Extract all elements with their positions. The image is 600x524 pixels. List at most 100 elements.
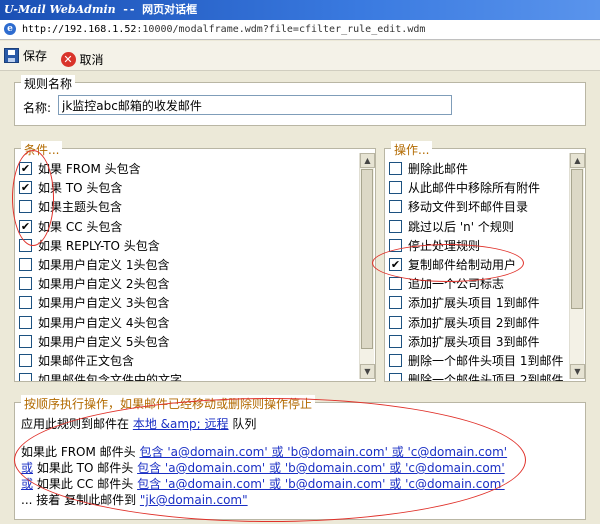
condition-row[interactable]: 如果邮件包含文件中的文字 [19, 370, 355, 381]
action-row[interactable]: 从此邮件中移除所有附件 [389, 178, 567, 197]
action-row[interactable]: 删除此邮件 [389, 159, 567, 178]
rule-name-input[interactable] [58, 95, 452, 115]
action-checkbox[interactable] [389, 315, 402, 329]
condition-checkbox[interactable] [19, 200, 32, 214]
action-checkbox[interactable] [389, 200, 402, 214]
conditions-legend: 条件... [21, 141, 63, 158]
condition-checkbox[interactable] [19, 353, 32, 367]
cancel-x-icon: ✕ [60, 51, 76, 67]
window-title-bar: U-Mail WebAdmin -- 网页对话框 [0, 0, 600, 20]
condition-checkbox[interactable] [19, 277, 32, 291]
actions-scrollbar[interactable]: ▲ ▼ [569, 153, 585, 379]
condition-checkbox[interactable] [19, 296, 32, 310]
action-label: 复制邮件给制动用户 [408, 258, 517, 273]
description-legend: 按顺序执行操作，如果邮件已经移动或删除则操作停止 [21, 395, 316, 412]
condition-row[interactable]: 如果用户自定义 3头包含 [19, 293, 355, 312]
conditions-list: 如果 FROM 头包含如果 TO 头包含如果主题头包含如果 CC 头包含如果 R… [19, 159, 355, 381]
cc-or-link[interactable]: 或 [21, 477, 33, 491]
condition-row[interactable]: 如果用户自定义 2头包含 [19, 274, 355, 293]
cc-contains-link[interactable]: 包含 'a@domain.com' 或 'b@domain.com' 或 'c@… [137, 477, 505, 491]
condition-row[interactable]: 如果主题头包含 [19, 197, 355, 216]
action-checkbox[interactable] [389, 258, 402, 272]
browser-e-icon: e [4, 23, 16, 35]
condition-row[interactable]: 如果邮件正文包含 [19, 351, 355, 370]
condition-label: 如果 TO 头包含 [38, 181, 123, 196]
from-contains-link[interactable]: 包含 'a@domain.com' 或 'b@domain.com' 或 'c@… [140, 445, 508, 459]
condition-line-cc: 或 如果此 CC 邮件头 包含 'a@domain.com' 或 'b@doma… [21, 475, 505, 492]
action-row[interactable]: 移动文件到坏邮件目录 [389, 197, 567, 216]
condition-label: 如果主题头包含 [38, 200, 123, 215]
condition-row[interactable]: 如果 FROM 头包含 [19, 159, 355, 178]
action-label: 跳过以后 'n' 个规则 [408, 219, 514, 234]
condition-checkbox[interactable] [19, 334, 32, 348]
cancel-button[interactable]: ✕ 取消 [60, 45, 104, 73]
action-checkbox[interactable] [389, 353, 402, 367]
condition-checkbox[interactable] [19, 181, 32, 195]
action-row[interactable]: 跳过以后 'n' 个规则 [389, 217, 567, 236]
condition-checkbox[interactable] [19, 238, 32, 252]
action-label: 删除一个邮件头项目 1到邮件 [408, 353, 564, 368]
to-or-link[interactable]: 或 [21, 461, 33, 475]
action-row[interactable]: 停止处理规则 [389, 236, 567, 255]
action-checkbox[interactable] [389, 296, 402, 310]
queue-link[interactable]: 本地 &amp; 远程 [133, 417, 229, 431]
action-checkbox[interactable] [389, 277, 402, 291]
conditions-scrollbar[interactable]: ▲ ▼ [359, 153, 375, 379]
action-label: 从此邮件中移除所有附件 [408, 181, 541, 196]
condition-checkbox[interactable] [19, 373, 32, 381]
line-cc-prefix: 如果此 CC 邮件头 [36, 477, 134, 491]
save-button[interactable]: 保存 [4, 41, 47, 69]
action-row[interactable]: 追加一个公司标志 [389, 274, 567, 293]
condition-checkbox[interactable] [19, 315, 32, 329]
action-label: 删除一个邮件头项目 2到邮件 [408, 373, 564, 381]
to-contains-link[interactable]: 包含 'a@domain.com' 或 'b@domain.com' 或 'c@… [137, 461, 505, 475]
rule-name-group: 规则名称 名称: [14, 75, 586, 126]
apply-queue-line: 应用此规则到邮件在 本地 &amp; 远程 队列 [21, 415, 256, 432]
action-label: 添加扩展头项目 3到邮件 [408, 334, 540, 349]
action-checkbox[interactable] [389, 162, 402, 176]
action-checkbox[interactable] [389, 181, 402, 195]
scroll-thumb[interactable] [571, 169, 583, 309]
line-copy-prefix: ... 接着 复制此邮件到 [21, 493, 137, 507]
condition-row[interactable]: 如果用户自定义 4头包含 [19, 313, 355, 332]
action-label: 移动文件到坏邮件目录 [408, 200, 529, 215]
toolbar: 保存 ✕ 取消 [0, 41, 600, 71]
condition-checkbox[interactable] [19, 162, 32, 176]
action-row[interactable]: 复制邮件给制动用户 [389, 255, 567, 274]
action-line-copy: ... 接着 复制此邮件到 "jk@domain.com" [21, 491, 248, 508]
scroll-down-arrow-icon[interactable]: ▼ [360, 364, 375, 379]
rule-description-group: 按顺序执行操作，如果邮件已经移动或删除则操作停止 应用此规则到邮件在 本地 &a… [14, 395, 586, 520]
action-row[interactable]: 删除一个邮件头项目 1到邮件 [389, 351, 567, 370]
url-host: http://192.168.1.52 [22, 24, 137, 35]
address-bar[interactable]: e http://192.168.1.52:10000/modalframe.wd… [0, 20, 600, 40]
action-label: 删除此邮件 [408, 162, 469, 177]
condition-row[interactable]: 如果用户自定义 1头包含 [19, 255, 355, 274]
scroll-down-arrow-icon[interactable]: ▼ [570, 364, 585, 379]
scroll-thumb[interactable] [361, 169, 373, 349]
cancel-label: 取消 [79, 52, 104, 67]
condition-checkbox[interactable] [19, 219, 32, 233]
condition-row[interactable]: 如果 CC 头包含 [19, 217, 355, 236]
copy-target-link[interactable]: "jk@domain.com" [140, 493, 248, 507]
action-row[interactable]: 添加扩展头项目 2到邮件 [389, 313, 567, 332]
scroll-up-arrow-icon[interactable]: ▲ [360, 153, 375, 168]
condition-row[interactable]: 如果 REPLY-TO 头包含 [19, 236, 355, 255]
action-checkbox[interactable] [389, 373, 402, 381]
action-row[interactable]: 添加扩展头项目 1到邮件 [389, 293, 567, 312]
action-checkbox[interactable] [389, 334, 402, 348]
apply-suffix: 队列 [232, 417, 257, 431]
actions-list: 删除此邮件从此邮件中移除所有附件 移动文件到坏邮件目录 跳过以后 'n' 个规则停止… [389, 159, 567, 381]
condition-row[interactable]: 如果用户自定义 5头包含 [19, 332, 355, 351]
scroll-up-arrow-icon[interactable]: ▲ [570, 153, 585, 168]
action-label: 追加一个公司标志 [408, 277, 505, 292]
condition-label: 如果邮件正文包含 [38, 353, 135, 368]
action-checkbox[interactable] [389, 219, 402, 233]
title-separator: -- [122, 3, 136, 16]
condition-label: 如果邮件包含文件中的文字 [38, 373, 183, 381]
action-checkbox[interactable] [389, 238, 402, 252]
action-row[interactable]: 删除一个邮件头项目 2到邮件 [389, 370, 567, 381]
action-row[interactable]: 添加扩展头项目 3到邮件 [389, 332, 567, 351]
condition-row[interactable]: 如果 TO 头包含 [19, 178, 355, 197]
condition-checkbox[interactable] [19, 258, 32, 272]
name-label: 名称: [23, 101, 52, 115]
